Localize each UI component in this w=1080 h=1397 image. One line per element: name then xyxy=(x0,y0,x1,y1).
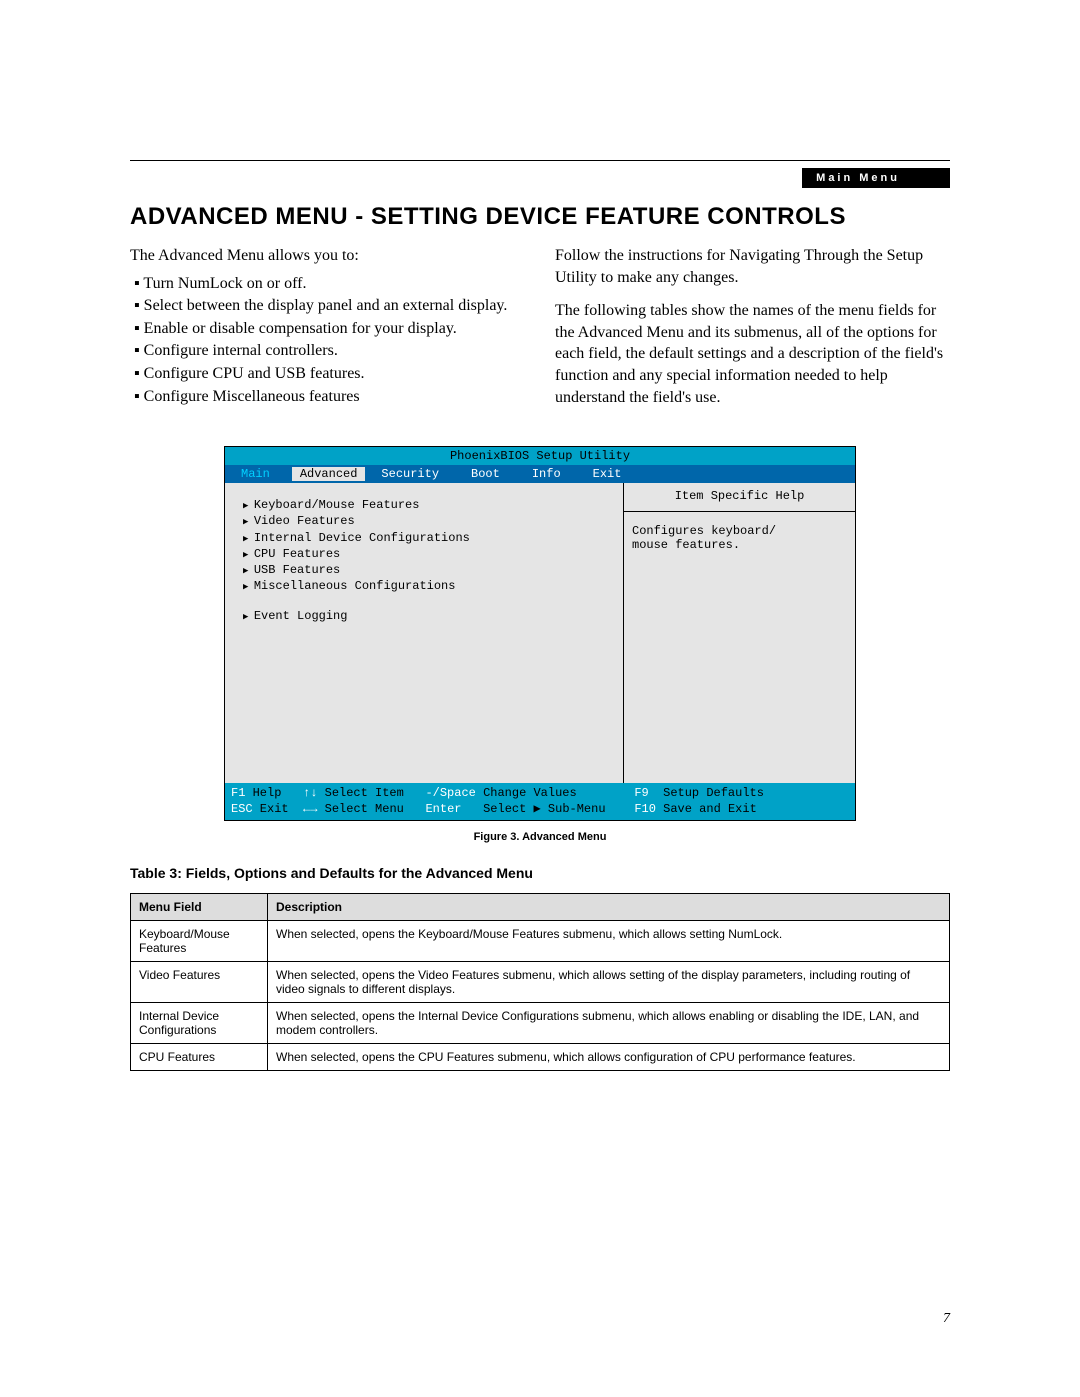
bios-screenshot: PhoenixBIOS Setup Utility Main Advanced … xyxy=(224,446,856,820)
content-columns: The Advanced Menu allows you to: Turn Nu… xyxy=(130,245,950,420)
list-item: Enable or disable compensation for your … xyxy=(148,318,525,340)
header-rule xyxy=(130,160,950,161)
page-number: 7 xyxy=(943,1311,950,1327)
tab-boot[interactable]: Boot xyxy=(455,467,516,481)
list-item: Turn NumLock on or off. xyxy=(148,273,525,295)
bios-help: Item Specific Help Configures keyboard/ … xyxy=(624,483,855,783)
paragraph: Follow the instructions for Navigating T… xyxy=(555,245,950,288)
tab-main[interactable]: Main xyxy=(231,467,292,481)
key-esc: ESC xyxy=(231,802,253,816)
bios-item[interactable]: Video Features xyxy=(243,513,615,529)
spacer xyxy=(243,594,615,608)
right-column: Follow the instructions for Navigating T… xyxy=(555,245,950,420)
key-label: Select Item xyxy=(317,786,425,800)
bios-tabs: Main Advanced Security Boot Info Exit xyxy=(225,465,855,483)
key-label: Change Values xyxy=(476,786,634,800)
key-f10: F10 xyxy=(634,802,656,816)
list-item: Configure CPU and USB features. xyxy=(148,363,525,385)
tab-advanced[interactable]: Advanced xyxy=(292,467,366,481)
key-f9: F9 xyxy=(634,786,648,800)
page: Main Menu ADVANCED MENU - SETTING DEVICE… xyxy=(0,0,1080,1397)
key-label: Select Menu xyxy=(317,802,425,816)
figure-caption: Figure 3. Advanced Menu xyxy=(130,831,950,843)
key-enter: Enter xyxy=(425,802,461,816)
bios-body: Keyboard/Mouse Features Video Features I… xyxy=(225,483,855,783)
left-column: The Advanced Menu allows you to: Turn Nu… xyxy=(130,245,525,420)
header-label: Main Menu xyxy=(802,168,950,188)
paragraph: The following tables show the names of t… xyxy=(555,300,950,408)
key-arrows: ←→ xyxy=(303,802,317,816)
table-caption: Table 3: Fields, Options and Defaults fo… xyxy=(130,865,950,881)
bios-item[interactable]: USB Features xyxy=(243,562,615,578)
table-row: Internal Device ConfigurationsWhen selec… xyxy=(131,1002,950,1043)
table-row: CPU FeaturesWhen selected, opens the CPU… xyxy=(131,1043,950,1070)
bios-title: PhoenixBIOS Setup Utility xyxy=(225,447,855,465)
tab-security[interactable]: Security xyxy=(365,467,455,481)
table-row: Keyboard/Mouse FeaturesWhen selected, op… xyxy=(131,920,950,961)
key-label: Select ▶ Sub-Menu xyxy=(461,802,634,816)
key-arrows: ↑↓ xyxy=(303,786,317,800)
bios-footer: F1 Help ↑↓ Select Item -/Space Change Va… xyxy=(225,783,855,819)
help-title: Item Specific Help xyxy=(624,489,855,512)
help-body: Configures keyboard/ mouse features. xyxy=(632,524,847,552)
th-description: Description xyxy=(268,893,950,920)
list-item: Select between the display panel and an … xyxy=(148,295,525,317)
bios-item[interactable]: Miscellaneous Configurations xyxy=(243,578,615,594)
bullet-list: Turn NumLock on or off. Select between t… xyxy=(130,273,525,408)
list-item: Configure Miscellaneous features xyxy=(148,386,525,408)
bios-item[interactable]: CPU Features xyxy=(243,546,615,562)
bios-menu: Keyboard/Mouse Features Video Features I… xyxy=(225,483,624,783)
tab-exit[interactable]: Exit xyxy=(577,467,638,481)
tab-info[interactable]: Info xyxy=(516,467,577,481)
th-menu-field: Menu Field xyxy=(131,893,268,920)
bios-item[interactable]: Keyboard/Mouse Features xyxy=(243,497,615,513)
table-row: Video FeaturesWhen selected, opens the V… xyxy=(131,961,950,1002)
key-label: Save and Exit xyxy=(656,802,757,816)
list-item: Configure internal controllers. xyxy=(148,340,525,362)
key-space: -/Space xyxy=(425,786,475,800)
key-label: Setup Defaults xyxy=(649,786,764,800)
page-title: ADVANCED MENU - SETTING DEVICE FEATURE C… xyxy=(130,203,950,231)
bios-item[interactable]: Event Logging xyxy=(243,608,615,624)
intro-text: The Advanced Menu allows you to: xyxy=(130,245,525,267)
key-f1: F1 xyxy=(231,786,245,800)
fields-table: Menu Field Description Keyboard/Mouse Fe… xyxy=(130,893,950,1071)
key-label: Help xyxy=(245,786,303,800)
bios-item[interactable]: Internal Device Configurations xyxy=(243,530,615,546)
key-label: Exit xyxy=(253,802,303,816)
